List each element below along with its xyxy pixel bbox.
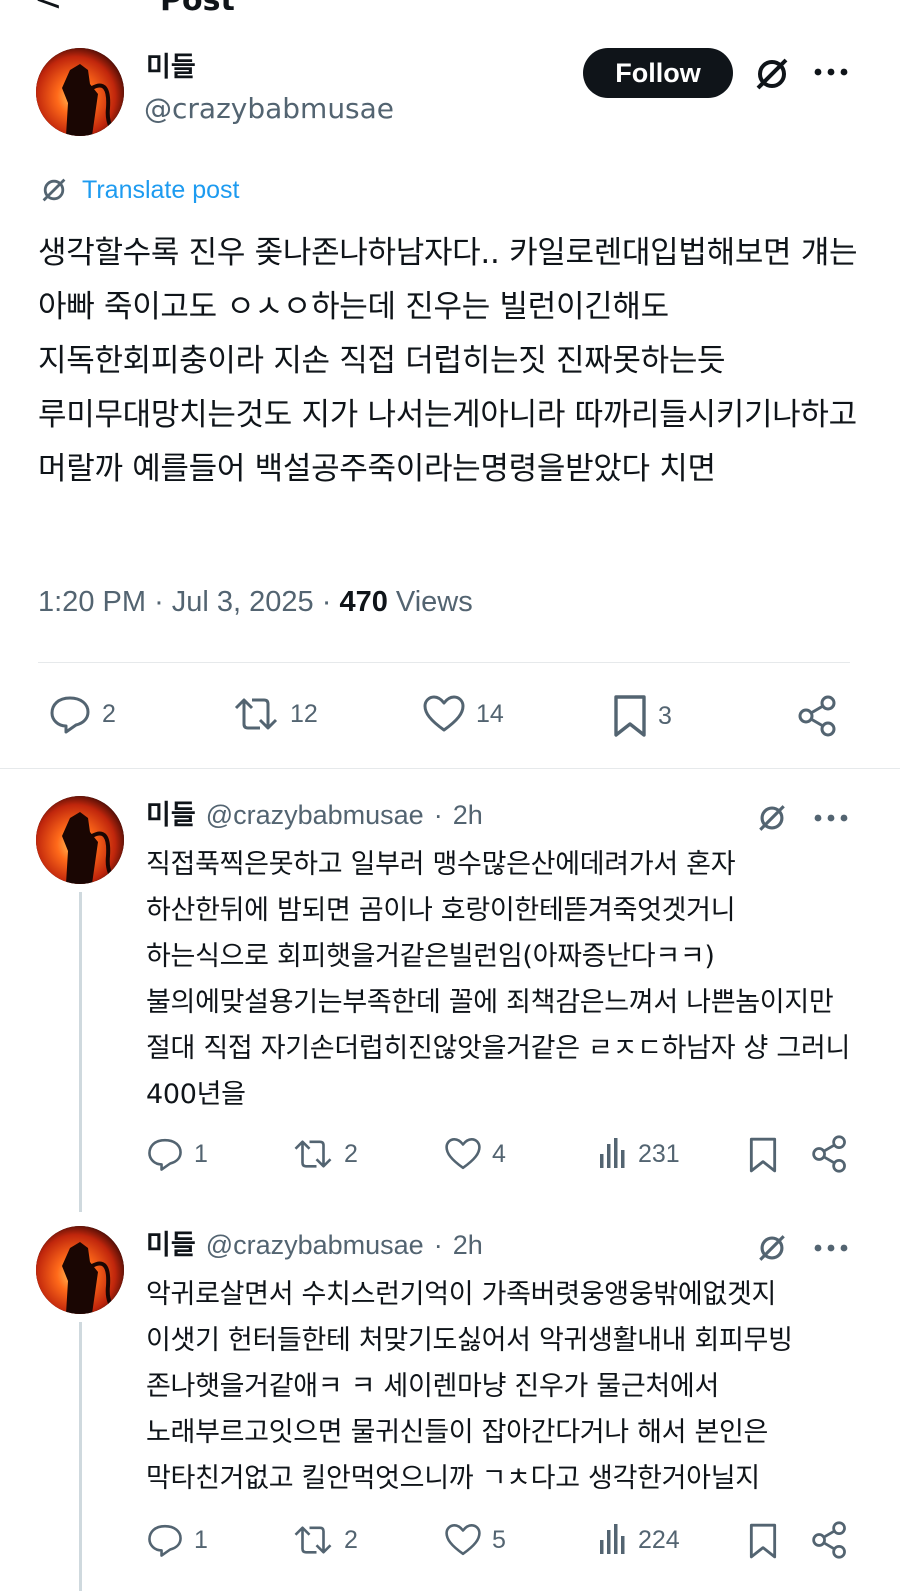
follow-button[interactable]: Follow: [583, 48, 733, 98]
grok-icon[interactable]: [752, 54, 792, 94]
like-count: 14: [476, 699, 504, 728]
avatar-image: [36, 48, 124, 136]
reply-text: 악귀로살면서 수치스런기억이 가족버렷웅앵웅밖에없겟지 이샛기 헌터들한테 처맞…: [146, 1279, 793, 1494]
post-meta: 1:20 PM · Jul 3, 2025 · 470 Views: [38, 586, 473, 618]
thread-line: [79, 892, 82, 1212]
handle[interactable]: @crazybabmusae: [206, 800, 424, 831]
avatar-image: [36, 796, 124, 884]
display-name[interactable]: 미들: [146, 1230, 196, 1262]
repost-button[interactable]: 12: [232, 694, 318, 734]
reply-header: 미들 @crazybabmusae · 2h: [146, 1230, 483, 1262]
top-bar: < Post: [0, 0, 900, 44]
handle[interactable]: @crazybabmusae: [144, 92, 394, 126]
reply-header: 미들 @crazybabmusae · 2h: [146, 800, 483, 832]
share-icon[interactable]: [810, 1520, 850, 1560]
divider: [38, 662, 850, 663]
views-icon: [598, 1522, 628, 1558]
bookmark-icon[interactable]: [748, 1522, 778, 1560]
repost-count: 2: [344, 1525, 358, 1554]
avatar[interactable]: [36, 1226, 124, 1314]
repost-count: 2: [344, 1139, 358, 1168]
avatar[interactable]: [36, 796, 124, 884]
avatar-image: [36, 1226, 124, 1314]
grok-icon[interactable]: [754, 800, 790, 836]
share-icon[interactable]: [810, 1134, 850, 1174]
translate-label: Translate post: [82, 175, 240, 204]
reply-button[interactable]: 2: [48, 694, 116, 734]
translate-icon: [38, 174, 70, 206]
repost-icon: [232, 694, 280, 734]
thread-line: [79, 1322, 82, 1591]
reply-count: 1: [194, 1525, 208, 1554]
reply-icon: [146, 1136, 184, 1172]
display-name[interactable]: 미들: [146, 52, 196, 84]
reply-icon: [48, 694, 92, 734]
more-icon[interactable]: [812, 808, 852, 828]
views-count: 224: [638, 1525, 680, 1554]
repost-button[interactable]: 2: [292, 1522, 358, 1558]
repost-icon: [292, 1136, 334, 1172]
reply-count: 1: [194, 1139, 208, 1168]
reply-icon: [146, 1522, 184, 1558]
views-label: Views: [395, 586, 473, 618]
views-button[interactable]: 224: [598, 1522, 680, 1558]
like-count: 5: [492, 1525, 506, 1554]
avatar[interactable]: [36, 48, 124, 136]
like-count: 4: [492, 1139, 506, 1168]
like-button[interactable]: 4: [444, 1136, 506, 1172]
reply-button[interactable]: 1: [146, 1522, 208, 1558]
share-icon[interactable]: [796, 694, 840, 738]
reply-text: 직접푹찍은못하고 일부러 맹수많은산에데려가서 혼자 하산한뒤에 밤되면 곰이나…: [146, 849, 850, 1110]
views-button[interactable]: 231: [598, 1136, 680, 1172]
post-date[interactable]: Jul 3, 2025: [172, 586, 314, 618]
reply-button[interactable]: 1: [146, 1136, 208, 1172]
repost-count: 12: [290, 699, 318, 728]
back-button[interactable]: <: [34, 0, 63, 16]
views-count: 231: [638, 1139, 680, 1168]
views-icon: [598, 1136, 628, 1172]
translate-post-link[interactable]: Translate post: [38, 172, 239, 208]
views-count: 470: [339, 586, 388, 618]
grok-icon[interactable]: [754, 1230, 790, 1266]
like-button[interactable]: 14: [422, 694, 504, 734]
post-text: 생각할수록 진우 좆나존나하남자다.. 카일로렌대입법해보면 걔는 아빠 죽이고…: [38, 235, 858, 487]
post-age[interactable]: 2h: [453, 800, 483, 831]
repost-button[interactable]: 2: [292, 1136, 358, 1172]
reply-count: 2: [102, 699, 116, 728]
more-icon[interactable]: [812, 1238, 852, 1258]
divider: [0, 768, 900, 769]
more-icon[interactable]: [812, 62, 852, 82]
page-title: Post: [160, 0, 235, 18]
repost-icon: [292, 1522, 334, 1558]
bookmark-icon: [612, 694, 648, 738]
post-age[interactable]: 2h: [453, 1230, 483, 1261]
bookmark-count: 3: [658, 701, 672, 730]
heart-icon: [444, 1522, 482, 1558]
bookmark-button[interactable]: 3: [612, 694, 672, 738]
display-name[interactable]: 미들: [146, 800, 196, 832]
heart-icon: [444, 1136, 482, 1172]
handle[interactable]: @crazybabmusae: [206, 1230, 424, 1261]
like-button[interactable]: 5: [444, 1522, 506, 1558]
post-time[interactable]: 1:20 PM: [38, 586, 146, 618]
heart-icon: [422, 694, 466, 734]
bookmark-icon[interactable]: [748, 1136, 778, 1174]
